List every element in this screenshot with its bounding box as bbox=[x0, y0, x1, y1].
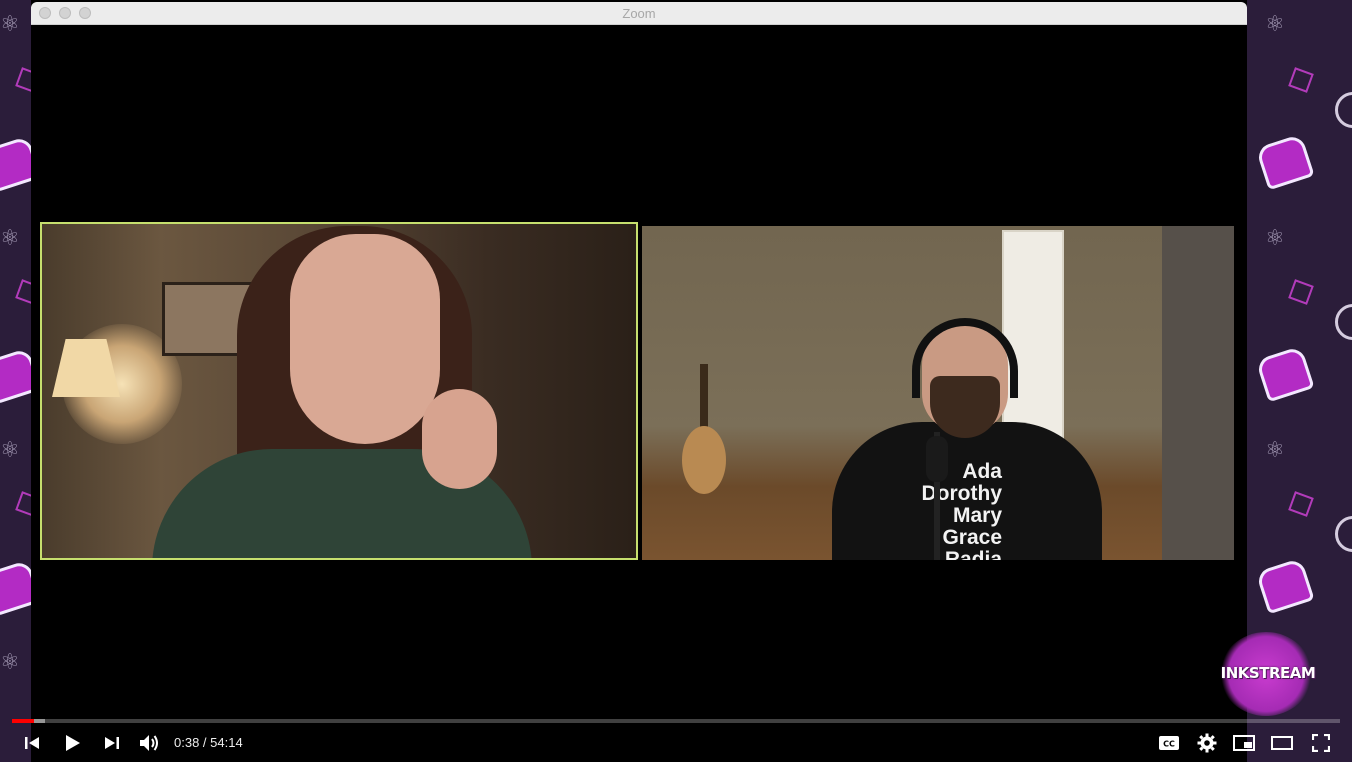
inkstream-logo: INKSTREAM bbox=[1212, 628, 1322, 720]
square-decoration bbox=[15, 67, 31, 93]
ring-decoration bbox=[1335, 304, 1352, 340]
ring-decoration bbox=[1335, 92, 1352, 128]
square-decoration bbox=[15, 279, 31, 305]
atom-icon: ⚛ bbox=[0, 226, 20, 251]
participant-hand bbox=[422, 389, 497, 489]
atom-icon: ⚛ bbox=[1265, 226, 1285, 251]
atom-icon: ⚛ bbox=[0, 438, 20, 463]
microphone bbox=[926, 436, 948, 482]
atom-icon: ⚛ bbox=[0, 650, 20, 675]
theater-mode-icon[interactable] bbox=[1268, 731, 1296, 755]
square-decoration bbox=[1288, 67, 1314, 93]
square-decoration bbox=[1288, 491, 1314, 517]
svg-text:CC: CC bbox=[1163, 740, 1175, 749]
toast-decoration bbox=[1255, 557, 1315, 615]
player-controls: 0:38 / 54:14 CC bbox=[0, 724, 1352, 762]
atom-icon: ⚛ bbox=[1265, 12, 1285, 37]
window-titlebar: Zoom bbox=[31, 2, 1247, 25]
skip-next-icon[interactable] bbox=[100, 731, 124, 755]
participant-video-tile-active-speaker[interactable] bbox=[40, 222, 638, 560]
participant-video-tile[interactable]: Ada Dorothy Mary Grace Radia bbox=[642, 226, 1234, 560]
volume-icon[interactable] bbox=[136, 731, 162, 755]
toast-decoration bbox=[1255, 345, 1315, 403]
participant-face bbox=[290, 234, 440, 444]
room-closet bbox=[1162, 226, 1234, 560]
toast-decoration bbox=[0, 347, 31, 405]
duration: 54:14 bbox=[210, 735, 243, 750]
time-separator: / bbox=[199, 735, 211, 750]
progress-played bbox=[12, 719, 34, 723]
atom-icon: ⚛ bbox=[0, 12, 20, 37]
toast-decoration bbox=[0, 135, 31, 193]
zoom-window: Zoom Ada Dorothy Mary Grace Radia bbox=[31, 2, 1247, 718]
skip-previous-icon[interactable] bbox=[20, 731, 44, 755]
progress-bar[interactable] bbox=[12, 719, 1340, 723]
left-decorative-panel: ⚛ ⚛ ⚛ ⚛ bbox=[0, 0, 31, 762]
square-decoration bbox=[15, 491, 31, 517]
toast-decoration bbox=[1255, 133, 1315, 191]
closed-captions-icon[interactable]: CC bbox=[1156, 731, 1182, 755]
guitar-neck bbox=[700, 364, 708, 434]
window-title: Zoom bbox=[622, 6, 656, 21]
miniplayer-icon[interactable] bbox=[1231, 731, 1257, 755]
current-time: 0:38 bbox=[174, 735, 200, 750]
time-display: 0:38 / 54:14 bbox=[174, 735, 243, 750]
play-icon[interactable] bbox=[58, 731, 86, 755]
square-decoration bbox=[1288, 279, 1314, 305]
fullscreen-icon[interactable] bbox=[1308, 731, 1334, 755]
atom-icon: ⚛ bbox=[1265, 438, 1285, 463]
inkstream-logo-text: INKSTREAM bbox=[1220, 664, 1316, 682]
toast-decoration bbox=[0, 559, 31, 617]
gear-icon[interactable] bbox=[1194, 731, 1220, 755]
guitar-body bbox=[682, 426, 726, 494]
ring-decoration bbox=[1335, 516, 1352, 552]
